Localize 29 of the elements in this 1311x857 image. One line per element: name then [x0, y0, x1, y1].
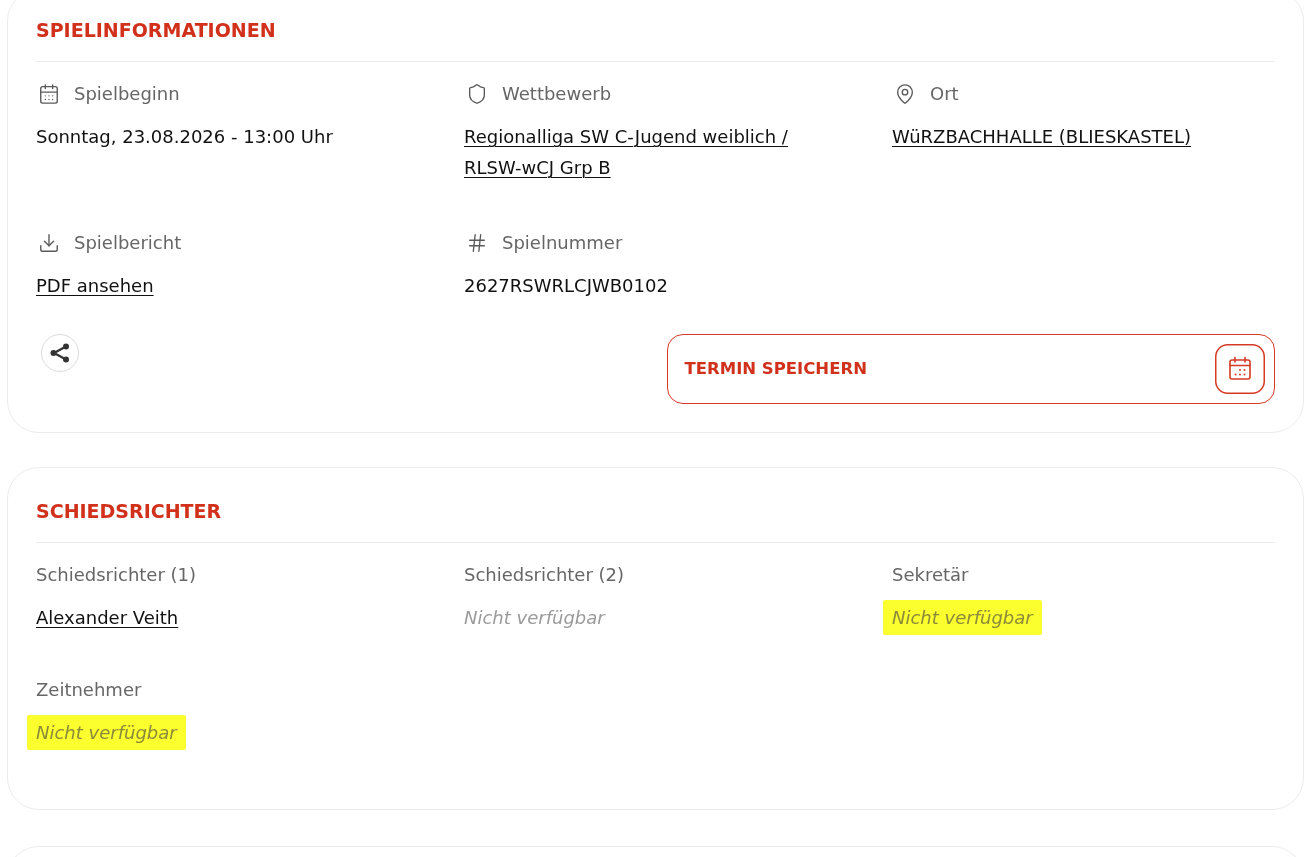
shield-icon — [466, 83, 488, 105]
field-label: Spielbericht — [74, 231, 182, 255]
field-label: Zeitnehmer — [36, 678, 142, 702]
share-button[interactable] — [41, 334, 79, 372]
field-label: Wettbewerb — [502, 82, 612, 106]
field-label: Schiedsrichter (2) — [464, 563, 625, 587]
calendar-icon — [1215, 344, 1265, 394]
section-title: SCHIEDSRICHTER — [36, 499, 222, 524]
value-text: 2627RSWRLCJWB0102 — [464, 274, 668, 298]
field-label: Schiedsrichter (1) — [36, 563, 197, 587]
section-title: SPIELINFORMATIONEN — [36, 18, 276, 43]
hash-icon — [466, 232, 488, 254]
unavailable-text: Nicht verfügbar — [883, 600, 1042, 635]
share-icon — [48, 341, 72, 365]
value-link[interactable]: PDF ansehen — [36, 270, 154, 301]
field-label: Spielbeginn — [74, 82, 180, 106]
field-label: Sekretär — [892, 563, 969, 587]
value-link[interactable]: Alexander Veith — [36, 602, 179, 633]
calendar-icon — [38, 83, 60, 105]
value-link[interactable]: WüRZBACHHALLE (BLIESKASTEL) — [892, 121, 1191, 152]
field-label: Spielnummer — [502, 231, 623, 255]
value-link[interactable]: Regionalliga SW C-Jugend weiblich / RLSW-wCJ Grp B — [464, 121, 809, 183]
unavailable-text: Nicht verfügbar — [27, 715, 186, 750]
value-text: Sonntag, 23.08.2026 - 13:00 Uhr — [36, 125, 333, 149]
save-date-button[interactable]: TERMIN SPEICHERN — [666, 334, 1275, 404]
map-pin-icon — [894, 83, 916, 105]
download-icon — [38, 232, 60, 254]
field-label: Ort — [930, 82, 959, 106]
unavailable-text: Nicht verfügbar — [464, 606, 605, 630]
